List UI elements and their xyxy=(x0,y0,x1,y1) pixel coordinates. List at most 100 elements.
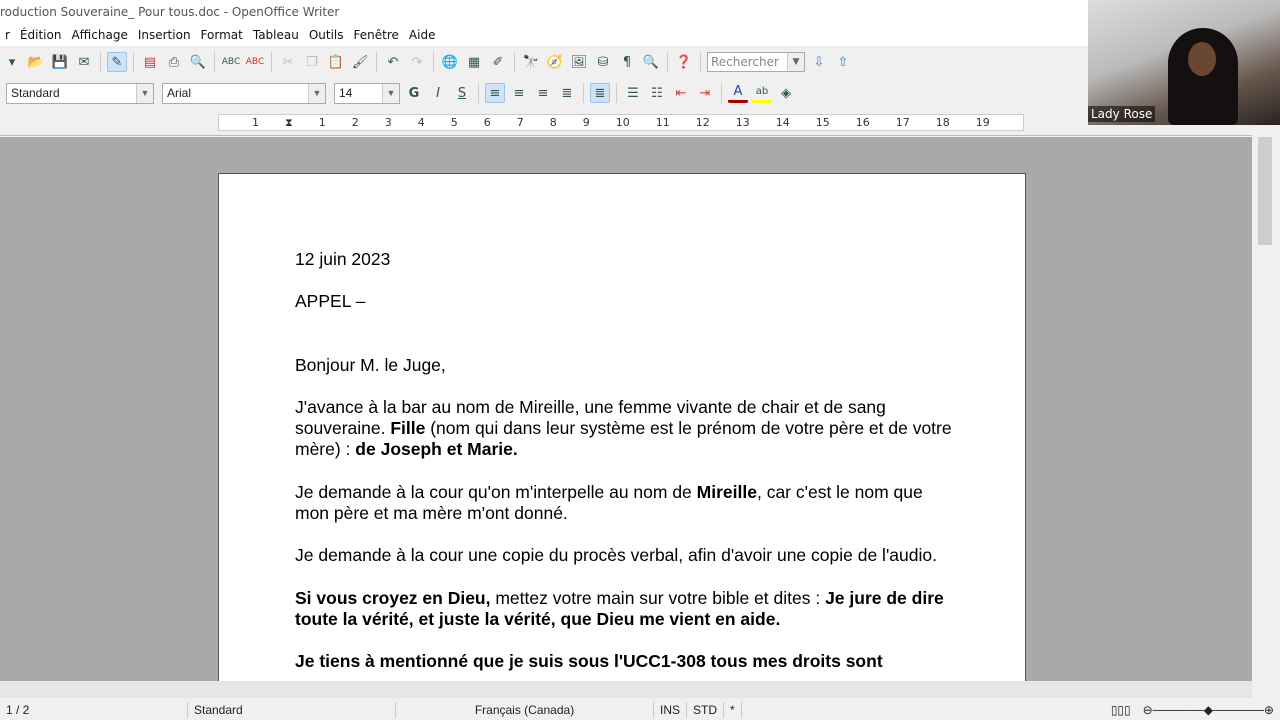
hyperlink-icon[interactable]: 🌐 xyxy=(440,52,460,72)
chevron-down-icon[interactable]: ▼ xyxy=(136,83,153,103)
print-icon[interactable]: ⎙ xyxy=(164,52,184,72)
clone-format-icon[interactable]: 🖌 xyxy=(350,52,370,72)
redo-icon[interactable]: ↷ xyxy=(407,52,427,72)
horizontal-scrollbar[interactable] xyxy=(0,681,1252,698)
search-input[interactable]: Rechercher ▼ xyxy=(707,52,805,72)
ruler-tick: 8 xyxy=(549,116,557,129)
menu-fenetre[interactable]: Fenêtre xyxy=(349,28,404,42)
paragraph-style-select[interactable]: Standard ▼ xyxy=(6,82,154,104)
ruler-tick: 14 xyxy=(775,116,790,129)
ruler-tick: 1 xyxy=(252,116,259,129)
menu-insertion[interactable]: Insertion xyxy=(133,28,196,42)
align-center-icon[interactable]: ≡ xyxy=(509,83,529,103)
ruler-tick: 12 xyxy=(695,116,710,129)
selection-mode[interactable]: STD xyxy=(687,702,725,718)
ruler-tick: 3 xyxy=(384,116,392,129)
underline-button[interactable]: S xyxy=(452,83,472,103)
undo-icon[interactable]: ↶ xyxy=(383,52,403,72)
decrease-indent-icon[interactable]: ⇤ xyxy=(671,83,691,103)
ruler-tick: 15 xyxy=(815,116,830,129)
align-left-icon[interactable]: ≡ xyxy=(485,83,505,103)
document-body[interactable]: 12 juin 2023 APPEL – Bonjour M. le Juge,… xyxy=(295,249,955,673)
align-right-icon[interactable]: ≡ xyxy=(533,83,553,103)
insert-mode[interactable]: INS xyxy=(654,702,688,718)
ruler-tick: 13 xyxy=(735,116,750,129)
ruler-tick: 2 xyxy=(351,116,359,129)
background-color-icon[interactable]: ◈ xyxy=(776,83,796,103)
email-icon[interactable]: ✉ xyxy=(74,52,94,72)
menu-affichage[interactable]: Affichage xyxy=(66,28,132,42)
formatting-toolbar: Standard ▼ Arial ▼ 14 ▼ G I S ≡ ≡ ≡ ≣ ≣ ☰ ☷… xyxy=(0,80,862,106)
heading-line: APPEL – xyxy=(295,291,366,312)
copy-icon[interactable]: ❐ xyxy=(302,52,322,72)
chevron-down-icon[interactable]: ▼ xyxy=(308,83,325,103)
menu-tableau[interactable]: Tableau xyxy=(248,28,304,42)
draw-icon[interactable]: ✐ xyxy=(488,52,508,72)
scroll-thumb[interactable] xyxy=(1258,137,1272,245)
language[interactable]: Français (Canada) xyxy=(396,702,654,718)
bold-button[interactable]: G xyxy=(404,83,424,103)
font-name-select[interactable]: Arial ▼ xyxy=(162,82,326,104)
zoom-slider[interactable]: ⊖──────◆──────⊕ xyxy=(1137,702,1280,718)
greeting-line: Bonjour M. le Juge, xyxy=(295,354,446,375)
new-dropdown-icon[interactable]: ▾ xyxy=(2,52,22,72)
table-icon[interactable]: ▦ xyxy=(464,52,484,72)
find-next-icon[interactable]: ⇩ xyxy=(809,52,829,72)
open-icon[interactable]: 📂 xyxy=(26,52,46,72)
menu-format[interactable]: Format xyxy=(196,28,248,42)
datasources-icon[interactable]: ⛁ xyxy=(593,52,613,72)
view-layout-icon[interactable]: ▯▯▯ xyxy=(1105,702,1137,718)
status-bar: 1 / 2 Standard Français (Canada) INS STD… xyxy=(0,700,1280,720)
font-size-select[interactable]: 14 ▼ xyxy=(334,82,400,104)
increase-indent-icon[interactable]: ⇥ xyxy=(695,83,715,103)
italic-button[interactable]: I xyxy=(428,83,448,103)
zoom-icon[interactable]: 🔍 xyxy=(641,52,661,72)
page-style[interactable]: Standard xyxy=(188,702,396,718)
ruler-tick: 11 xyxy=(655,116,670,129)
ruler-tick: 7 xyxy=(516,116,524,129)
formatting-marks-icon[interactable]: ¶ xyxy=(617,52,637,72)
save-icon[interactable]: 💾 xyxy=(50,52,70,72)
menu-fichier[interactable]: r xyxy=(0,28,15,42)
bullets-icon[interactable]: ☷ xyxy=(647,83,667,103)
ruler-tick: 9 xyxy=(582,116,590,129)
horizontal-ruler[interactable]: 1 ⧗ 1 2 3 4 5 6 7 8 9 10 11 12 13 14 15 … xyxy=(218,114,1024,131)
autospellcheck-icon[interactable]: ABC xyxy=(245,52,265,72)
export-pdf-icon[interactable]: ▤ xyxy=(140,52,160,72)
gallery-icon[interactable]: 🖼 xyxy=(569,52,589,72)
ruler-tick: 19 xyxy=(975,116,990,129)
paragraph-2: Je demande à la cour qu'on m'interpelle … xyxy=(295,481,923,524)
edit-mode-icon[interactable]: ✎ xyxy=(107,52,127,72)
cut-icon[interactable]: ✂ xyxy=(278,52,298,72)
chevron-down-icon[interactable]: ▼ xyxy=(787,53,804,71)
ruler-tick: 10 xyxy=(615,116,630,129)
line-spacing-icon[interactable]: ≣ xyxy=(590,83,610,103)
page-count: 1 / 2 xyxy=(0,702,188,718)
paste-icon[interactable]: 📋 xyxy=(326,52,346,72)
print-preview-icon[interactable]: 🔍 xyxy=(188,52,208,72)
justify-icon[interactable]: ≣ xyxy=(557,83,577,103)
find-previous-icon[interactable]: ⇧ xyxy=(833,52,853,72)
ruler-tick: 4 xyxy=(417,116,425,129)
ruler-tick: 1 xyxy=(318,116,326,129)
menu-bar: r Édition Affichage Insertion Format Tab… xyxy=(0,24,1090,46)
numbering-icon[interactable]: ☰ xyxy=(623,83,643,103)
document-workspace: 12 juin 2023 APPEL – Bonjour M. le Juge,… xyxy=(0,137,1252,681)
paragraph-3: Je demande à la cour une copie du procès… xyxy=(295,545,937,566)
document-page[interactable]: 12 juin 2023 APPEL – Bonjour M. le Juge,… xyxy=(218,173,1026,681)
font-color-icon[interactable]: A xyxy=(728,83,748,103)
help-icon[interactable]: ❓ xyxy=(674,52,694,72)
menu-outils[interactable]: Outils xyxy=(304,28,349,42)
highlight-icon[interactable]: ab xyxy=(752,83,772,103)
menu-edition[interactable]: Édition xyxy=(15,28,67,42)
video-overlay: Lady Rose xyxy=(1088,0,1280,125)
spellcheck-icon[interactable]: ABC xyxy=(221,52,241,72)
indent-marker-icon[interactable]: ⧗ xyxy=(285,116,293,130)
find-replace-icon[interactable]: 🔭 xyxy=(521,52,541,72)
chevron-down-icon[interactable]: ▼ xyxy=(382,83,399,103)
menu-aide[interactable]: Aide xyxy=(404,28,441,42)
ruler-tick: 17 xyxy=(895,116,910,129)
vertical-scrollbar[interactable] xyxy=(1252,137,1280,681)
date-line: 12 juin 2023 xyxy=(295,249,391,269)
navigator-icon[interactable]: 🧭 xyxy=(545,52,565,72)
